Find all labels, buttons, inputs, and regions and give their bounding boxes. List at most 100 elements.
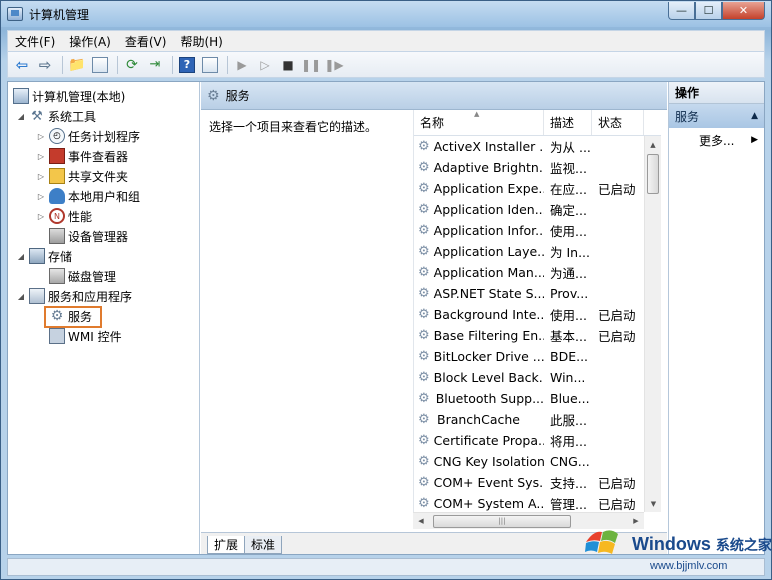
tree-item-event-viewer[interactable]: ▷ 事件查看器 [8,146,199,166]
service-description: 基本... [550,329,587,344]
service-name: COM+ Event Sys... [433,475,544,490]
brand-suffix: 系统之家 [715,537,772,553]
table-row[interactable]: ⚙ Bluetooth Supp... Blue... [414,388,661,409]
scroll-thumb[interactable] [647,154,659,194]
tree-item-system-tools[interactable]: ◢ ⚒ 系统工具 [8,106,199,126]
service-description: Blue... [550,391,590,406]
restart-service-icon[interactable]: ❚▶ [324,55,344,75]
title-bar: 计算机管理 — ☐ ✕ [1,1,771,27]
table-row[interactable]: ⚙ CNG Key Isolation CNG... [414,451,661,472]
menu-view[interactable]: 查看(V) [118,33,174,50]
service-description: 使用... [550,224,587,239]
scroll-left-icon[interactable]: ◀ [413,513,429,530]
collapse-arrow-icon[interactable]: ◢ [16,112,26,121]
table-row[interactable]: ⚙ Application Infor... 使用... [414,220,661,241]
back-arrow-icon[interactable]: ⇦ [12,55,32,75]
tree-item-label: 服务和应用程序 [48,289,133,304]
maximize-button[interactable]: ☐ [695,2,722,20]
help-icon[interactable]: ? [177,55,197,75]
column-header-name[interactable]: ▲ 名称 [414,110,544,135]
watermark-url: www.bjjmlv.com [650,560,728,572]
service-status: 已启动 [598,476,636,491]
tree-item-task-scheduler[interactable]: ▷ ◴ 任务计划程序 [8,126,199,146]
scroll-up-icon[interactable]: ▲ [645,136,661,153]
service-description: 为从 ... [550,140,591,155]
table-row[interactable]: ⚙ Application Iden... 确定... [414,199,661,220]
properties-icon[interactable] [200,55,220,75]
stop-service-icon[interactable]: ■ [278,55,298,75]
service-description: Prov... [550,286,589,301]
tree-item-storage[interactable]: ◢ 存储 [8,246,199,266]
table-row[interactable]: ⚙ Block Level Back... Win... [414,367,661,388]
expand-arrow-icon[interactable]: ▷ [36,192,46,201]
watermark: Windows 系统之家 www.bjjmlv.com [574,520,772,578]
close-button[interactable]: ✕ [722,2,765,20]
tools-icon: ⚒ [31,108,43,124]
show-hide-tree-icon[interactable] [90,55,110,75]
table-row[interactable]: ⚙ ActiveX Installer ... 为从 ... [414,136,661,157]
service-name-cell: ⚙ ActiveX Installer ... [414,139,544,154]
collapse-arrow-icon[interactable]: ◢ [16,252,26,261]
table-row[interactable]: ⚙ Application Man... 为通... [414,262,661,283]
tab-standard[interactable]: 标准 [244,536,283,554]
table-row[interactable]: ⚙ Certificate Propa... 将用... [414,430,661,451]
table-row[interactable]: ⚙ ASP.NET State S... Prov... [414,283,661,304]
up-folder-icon[interactable]: 📁 [67,55,87,75]
table-row[interactable]: ⚙ BitLocker Drive ... BDE... [414,346,661,367]
scroll-thumb[interactable]: ||| [433,514,571,528]
minimize-button[interactable]: — [668,2,695,20]
export-list-icon[interactable]: ⇥ [145,55,165,75]
tree-item-disk-management[interactable]: 磁盘管理 [8,266,199,286]
service-description: Win... [550,370,586,385]
service-name: ASP.NET State S... [433,286,544,301]
tree-item-services-apps[interactable]: ◢ 服务和应用程序 [8,286,199,306]
table-row[interactable]: ⚙ BranchCache 此服... [414,409,661,430]
start-service-alt-icon[interactable]: ▷ [255,55,275,75]
column-header-description[interactable]: 描述 [544,110,592,135]
scroll-down-icon[interactable]: ▼ [645,495,662,512]
vertical-scrollbar[interactable]: ▲ ▼ [644,136,661,512]
table-row[interactable]: ⚙ Application Expe... 在应... 已启动 [414,178,661,199]
expand-arrow-icon[interactable]: ▷ [36,212,46,221]
shared-folder-icon [49,168,65,184]
collapse-up-icon[interactable]: ▲ [751,111,758,121]
tree-item-label: 设备管理器 [68,229,129,244]
collapse-arrow-icon[interactable]: ◢ [16,292,26,301]
menu-help[interactable]: 帮助(H) [173,33,229,50]
tree-item-performance[interactable]: ▷ N 性能 [8,206,199,226]
expand-arrow-icon[interactable]: ▷ [36,172,46,181]
tree-item-local-users[interactable]: ▷ 本地用户和组 [8,186,199,206]
tree-item-label: 计算机管理(本地) [32,89,126,104]
table-row[interactable]: ⚙ COM+ System A... 管理... 已启动 [414,493,661,514]
more-actions-item[interactable]: 更多... ▶ [669,128,764,152]
expand-arrow-icon[interactable]: ▷ [36,152,46,161]
service-name: Application Man... [433,265,544,280]
menu-action[interactable]: 操作(A) [62,33,118,50]
tab-extended[interactable]: 扩展 [207,536,246,554]
start-service-icon[interactable]: ▶ [232,55,252,75]
service-name-cell: ⚙ Application Man... [414,265,544,280]
tree-item-shared-folders[interactable]: ▷ 共享文件夹 [8,166,199,186]
table-row[interactable]: ⚙ Background Inte... 使用... 已启动 [414,304,661,325]
tree-item-device-manager[interactable]: 设备管理器 [8,226,199,246]
table-row[interactable]: ⚙ Adaptive Brightn... 监视... [414,157,661,178]
tree-item-wmi[interactable]: WMI 控件 [8,326,199,346]
pause-service-icon[interactable]: ❚❚ [301,55,321,75]
service-gear-icon: ⚙ [418,223,430,238]
refresh-icon[interactable]: ⟳ [122,55,142,75]
service-name-cell: ⚙ COM+ Event Sys... [414,475,544,490]
service-gear-icon: ⚙ [418,433,430,448]
menu-file[interactable]: 文件(F) [8,33,62,50]
forward-arrow-icon[interactable]: ⇨ [35,55,55,75]
service-name: COM+ System A... [433,496,544,511]
tree-item-root[interactable]: 计算机管理(本地) [8,86,199,106]
actions-section-services[interactable]: 服务 ▲ [669,104,764,128]
tree-item-services[interactable]: ⚙ 服务 [8,306,199,328]
table-row[interactable]: ⚙ Application Laye... 为 In... [414,241,661,262]
expand-arrow-icon[interactable]: ▷ [36,132,46,141]
selection-highlight [44,306,102,328]
table-row[interactable]: ⚙ COM+ Event Sys... 支持... 已启动 [414,472,661,493]
column-header-status[interactable]: 状态 [592,110,644,135]
table-row[interactable]: ⚙ Base Filtering En... 基本... 已启动 [414,325,661,346]
service-status: 已启动 [598,308,636,323]
